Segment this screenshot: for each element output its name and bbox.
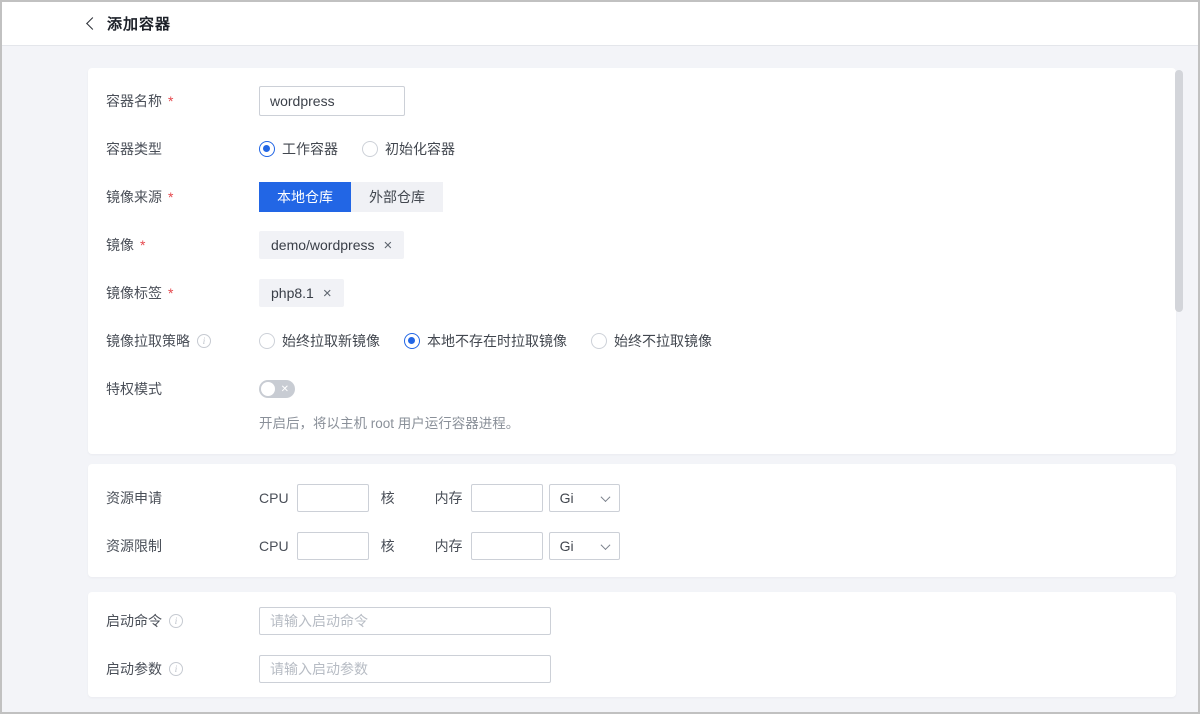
image-source-label: 镜像来源 *	[106, 187, 259, 207]
pull-policy-label: 镜像拉取策略 i	[106, 331, 259, 351]
back-button[interactable]	[88, 19, 97, 28]
row-resource-limit: 资源限制 CPU 核 内存 Gi	[88, 531, 1176, 561]
cpu-unit-label: 核	[381, 536, 395, 556]
start-command-input[interactable]	[259, 607, 551, 635]
privileged-hint: 开启后，将以主机 root 用户运行容器进程。	[259, 412, 1176, 432]
row-start-args: 启动参数 i	[88, 654, 1176, 684]
chevron-down-icon	[600, 540, 610, 550]
start-command-label: 启动命令 i	[106, 611, 259, 631]
memory-label: 内存	[435, 536, 463, 556]
remove-image-icon[interactable]: ×	[384, 238, 393, 253]
limit-memory-unit-select[interactable]: Gi	[549, 532, 620, 560]
cpu-label: CPU	[259, 538, 289, 554]
radio-selected-icon	[404, 333, 420, 349]
radio-init-container[interactable]: 初始化容器	[362, 139, 455, 159]
add-container-page: 添加容器 容器名称 * 容器类型 工作	[0, 0, 1200, 714]
limit-memory-input[interactable]	[471, 532, 543, 560]
row-image: 镜像 * demo/wordpress ×	[88, 230, 1176, 260]
container-name-label: 容器名称 *	[106, 91, 259, 111]
vertical-scrollbar-thumb[interactable]	[1175, 70, 1183, 312]
memory-label: 内存	[435, 488, 463, 508]
radio-selected-icon	[259, 141, 275, 157]
container-type-label: 容器类型	[106, 139, 259, 159]
cpu-label: CPU	[259, 490, 289, 506]
panel-basic-settings: 容器名称 * 容器类型 工作容器	[88, 68, 1176, 454]
privileged-label: 特权模式	[106, 379, 259, 399]
page-header: 添加容器	[2, 2, 1198, 46]
radio-unselected-icon	[362, 141, 378, 157]
required-asterisk: *	[140, 237, 145, 253]
image-source-segmented: 本地仓库 外部仓库	[259, 182, 443, 212]
radio-never-pull[interactable]: 始终不拉取镜像	[591, 331, 712, 351]
info-icon: i	[197, 334, 211, 348]
container-name-input[interactable]	[259, 86, 405, 116]
toggle-off-icon: ✕	[281, 383, 289, 396]
cpu-unit-label: 核	[381, 488, 395, 508]
row-privileged: 特权模式 ✕ 开启后，将以主机 root 用户运行容器进程。	[88, 374, 1176, 432]
remove-image-tag-icon[interactable]: ×	[323, 286, 332, 301]
limit-cpu-input[interactable]	[297, 532, 369, 560]
row-container-type: 容器类型 工作容器 初始化容器	[88, 134, 1176, 164]
radio-if-not-present[interactable]: 本地不存在时拉取镜像	[404, 331, 567, 351]
row-pull-policy: 镜像拉取策略 i 始终拉取新镜像 本地不存在时拉取镜像 始终不拉取镜像	[88, 326, 1176, 356]
row-image-source: 镜像来源 * 本地仓库 外部仓库	[88, 182, 1176, 212]
chevron-left-icon	[86, 17, 99, 30]
image-tag-label: 镜像标签 *	[106, 283, 259, 303]
form-content: 容器名称 * 容器类型 工作容器	[2, 46, 1198, 697]
row-resource-request: 资源申请 CPU 核 内存 Gi	[88, 483, 1176, 513]
request-memory-input[interactable]	[471, 484, 543, 512]
row-start-command: 启动命令 i	[88, 606, 1176, 636]
required-asterisk: *	[168, 285, 173, 301]
panel-startup: 启动命令 i 启动参数 i	[88, 592, 1176, 697]
required-asterisk: *	[168, 189, 173, 205]
image-label: 镜像 *	[106, 235, 259, 255]
info-icon: i	[169, 662, 183, 676]
image-version-chip: php8.1 ×	[259, 279, 344, 307]
info-icon: i	[169, 614, 183, 628]
row-container-name: 容器名称 *	[88, 86, 1176, 116]
privileged-toggle-off[interactable]: ✕	[259, 380, 295, 398]
segment-external-repo[interactable]: 外部仓库	[351, 182, 443, 212]
page-title: 添加容器	[107, 13, 171, 34]
radio-unselected-icon	[591, 333, 607, 349]
resource-request-label: 资源申请	[106, 488, 259, 508]
radio-work-container[interactable]: 工作容器	[259, 139, 338, 159]
start-args-input[interactable]	[259, 655, 551, 683]
image-tag-chip: demo/wordpress ×	[259, 231, 404, 259]
start-args-label: 启动参数 i	[106, 659, 259, 679]
segment-local-repo[interactable]: 本地仓库	[259, 182, 351, 212]
required-asterisk: *	[168, 93, 173, 109]
row-image-tag: 镜像标签 * php8.1 ×	[88, 278, 1176, 308]
radio-unselected-icon	[259, 333, 275, 349]
panel-resources: 资源申请 CPU 核 内存 Gi 资源限制	[88, 464, 1176, 577]
request-memory-unit-select[interactable]: Gi	[549, 484, 620, 512]
radio-always-pull[interactable]: 始终拉取新镜像	[259, 331, 380, 351]
resource-limit-label: 资源限制	[106, 536, 259, 556]
toggle-knob	[261, 382, 275, 396]
chevron-down-icon	[600, 492, 610, 502]
request-cpu-input[interactable]	[297, 484, 369, 512]
